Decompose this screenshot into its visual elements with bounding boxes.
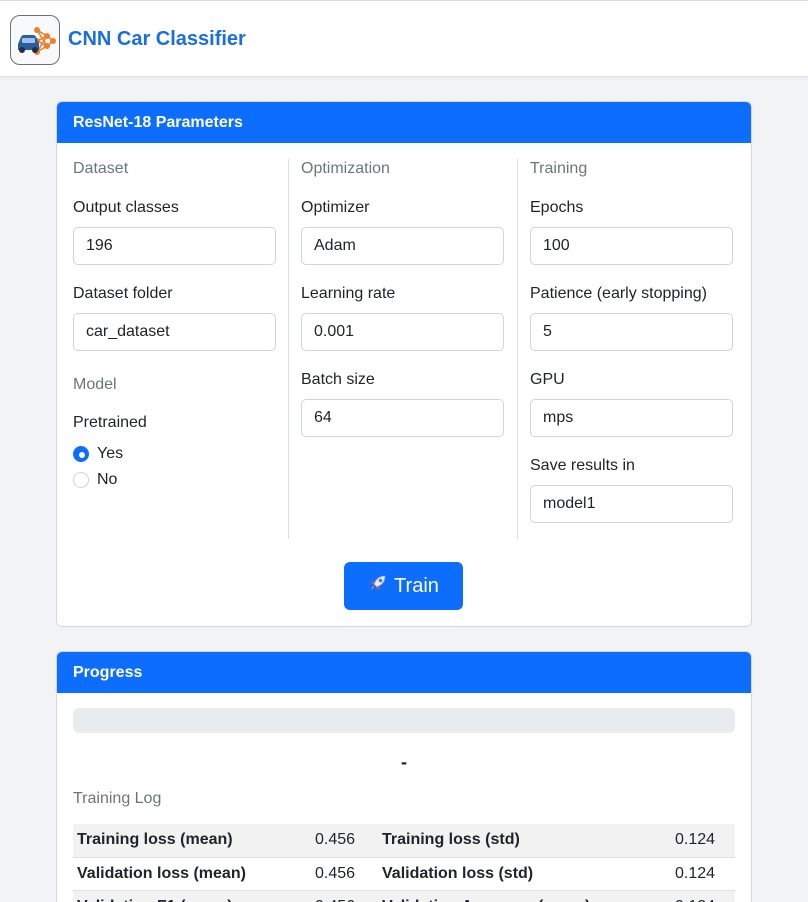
training-log-table: Training loss (mean) 0.456 Training loss… <box>73 824 735 902</box>
pretrained-no-option[interactable]: No <box>73 470 117 490</box>
metric-value: 0.124 <box>671 890 735 902</box>
parameters-card: ResNet-18 Parameters Dataset Output clas… <box>56 101 752 627</box>
save-results-input[interactable]: model1 <box>530 485 733 523</box>
learning-rate-input[interactable]: 0.001 <box>301 313 504 351</box>
output-classes-label: Output classes <box>73 199 179 216</box>
train-button-label: Train <box>394 574 439 597</box>
metric-name: Validation Accuracy (mean) <box>378 890 671 902</box>
training-progress-bar <box>73 708 735 733</box>
progress-card-header: Progress <box>57 652 751 693</box>
epochs-label: Epochs <box>530 199 584 216</box>
table-row: Validation loss (mean) 0.456 Validation … <box>73 857 735 891</box>
car-network-logo-icon[interactable] <box>10 15 60 65</box>
epochs-input[interactable]: 100 <box>530 227 733 265</box>
app-title[interactable]: CNN Car Classifier <box>68 28 246 51</box>
column-divider <box>517 159 518 539</box>
training-column: Training Epochs 100 Patience (early stop… <box>530 159 733 559</box>
output-classes-input[interactable]: 196 <box>73 227 276 265</box>
train-button[interactable]: Train <box>344 562 463 610</box>
pretrained-no-radio[interactable] <box>73 472 89 488</box>
patience-label: Patience (early stopping) <box>530 285 707 302</box>
batch-size-label: Batch size <box>301 371 375 388</box>
progress-status-text: - <box>401 752 407 772</box>
metric-value: 0.124 <box>671 857 735 891</box>
dataset-folder-label: Dataset folder <box>73 285 173 302</box>
pretrained-no-label: No <box>97 471 118 488</box>
metric-value: 0.456 <box>311 857 378 891</box>
pretrained-yes-option[interactable]: Yes <box>73 444 123 464</box>
metric-name: Validation loss (mean) <box>73 857 311 891</box>
dataset-section-title: Dataset <box>73 160 129 177</box>
optimization-column: Optimization Optimizer Adam Learning rat… <box>301 159 504 559</box>
patience-input[interactable]: 5 <box>530 313 733 351</box>
metric-name: Validation F1 (mean) <box>73 890 311 902</box>
parameters-card-header: ResNet-18 Parameters <box>57 102 751 143</box>
gpu-label: GPU <box>530 371 565 388</box>
navbar: CNN Car Classifier <box>0 0 808 77</box>
optimizer-input[interactable]: Adam <box>301 227 504 265</box>
batch-size-input[interactable]: 64 <box>301 399 504 437</box>
training-log-title: Training Log <box>73 790 162 807</box>
gpu-input[interactable]: mps <box>530 399 733 437</box>
metric-value: 0.456 <box>311 890 378 902</box>
pretrained-yes-label: Yes <box>97 445 124 462</box>
metric-name: Training loss (mean) <box>73 824 311 858</box>
save-results-label: Save results in <box>530 457 635 474</box>
rocket-icon <box>368 573 388 599</box>
progress-card: Progress - Training Log Training loss (m… <box>56 651 752 902</box>
optimization-section-title: Optimization <box>301 160 390 177</box>
training-section-title: Training <box>530 160 588 177</box>
dataset-column: Dataset Output classes 196 Dataset folde… <box>73 159 276 559</box>
metric-name: Validation loss (std) <box>378 857 671 891</box>
model-section-title: Model <box>73 376 117 393</box>
table-row: Training loss (mean) 0.456 Training loss… <box>73 824 735 858</box>
dataset-folder-input[interactable]: car_dataset <box>73 313 276 351</box>
pretrained-label: Pretrained <box>73 414 147 431</box>
pretrained-yes-radio[interactable] <box>73 446 89 462</box>
table-row: Validation F1 (mean) 0.456 Validation Ac… <box>73 890 735 902</box>
learning-rate-label: Learning rate <box>301 285 396 302</box>
column-divider <box>288 159 289 539</box>
optimizer-label: Optimizer <box>301 199 370 216</box>
metric-value: 0.124 <box>671 824 735 858</box>
metric-value: 0.456 <box>311 824 378 858</box>
metric-name: Training loss (std) <box>378 824 671 858</box>
